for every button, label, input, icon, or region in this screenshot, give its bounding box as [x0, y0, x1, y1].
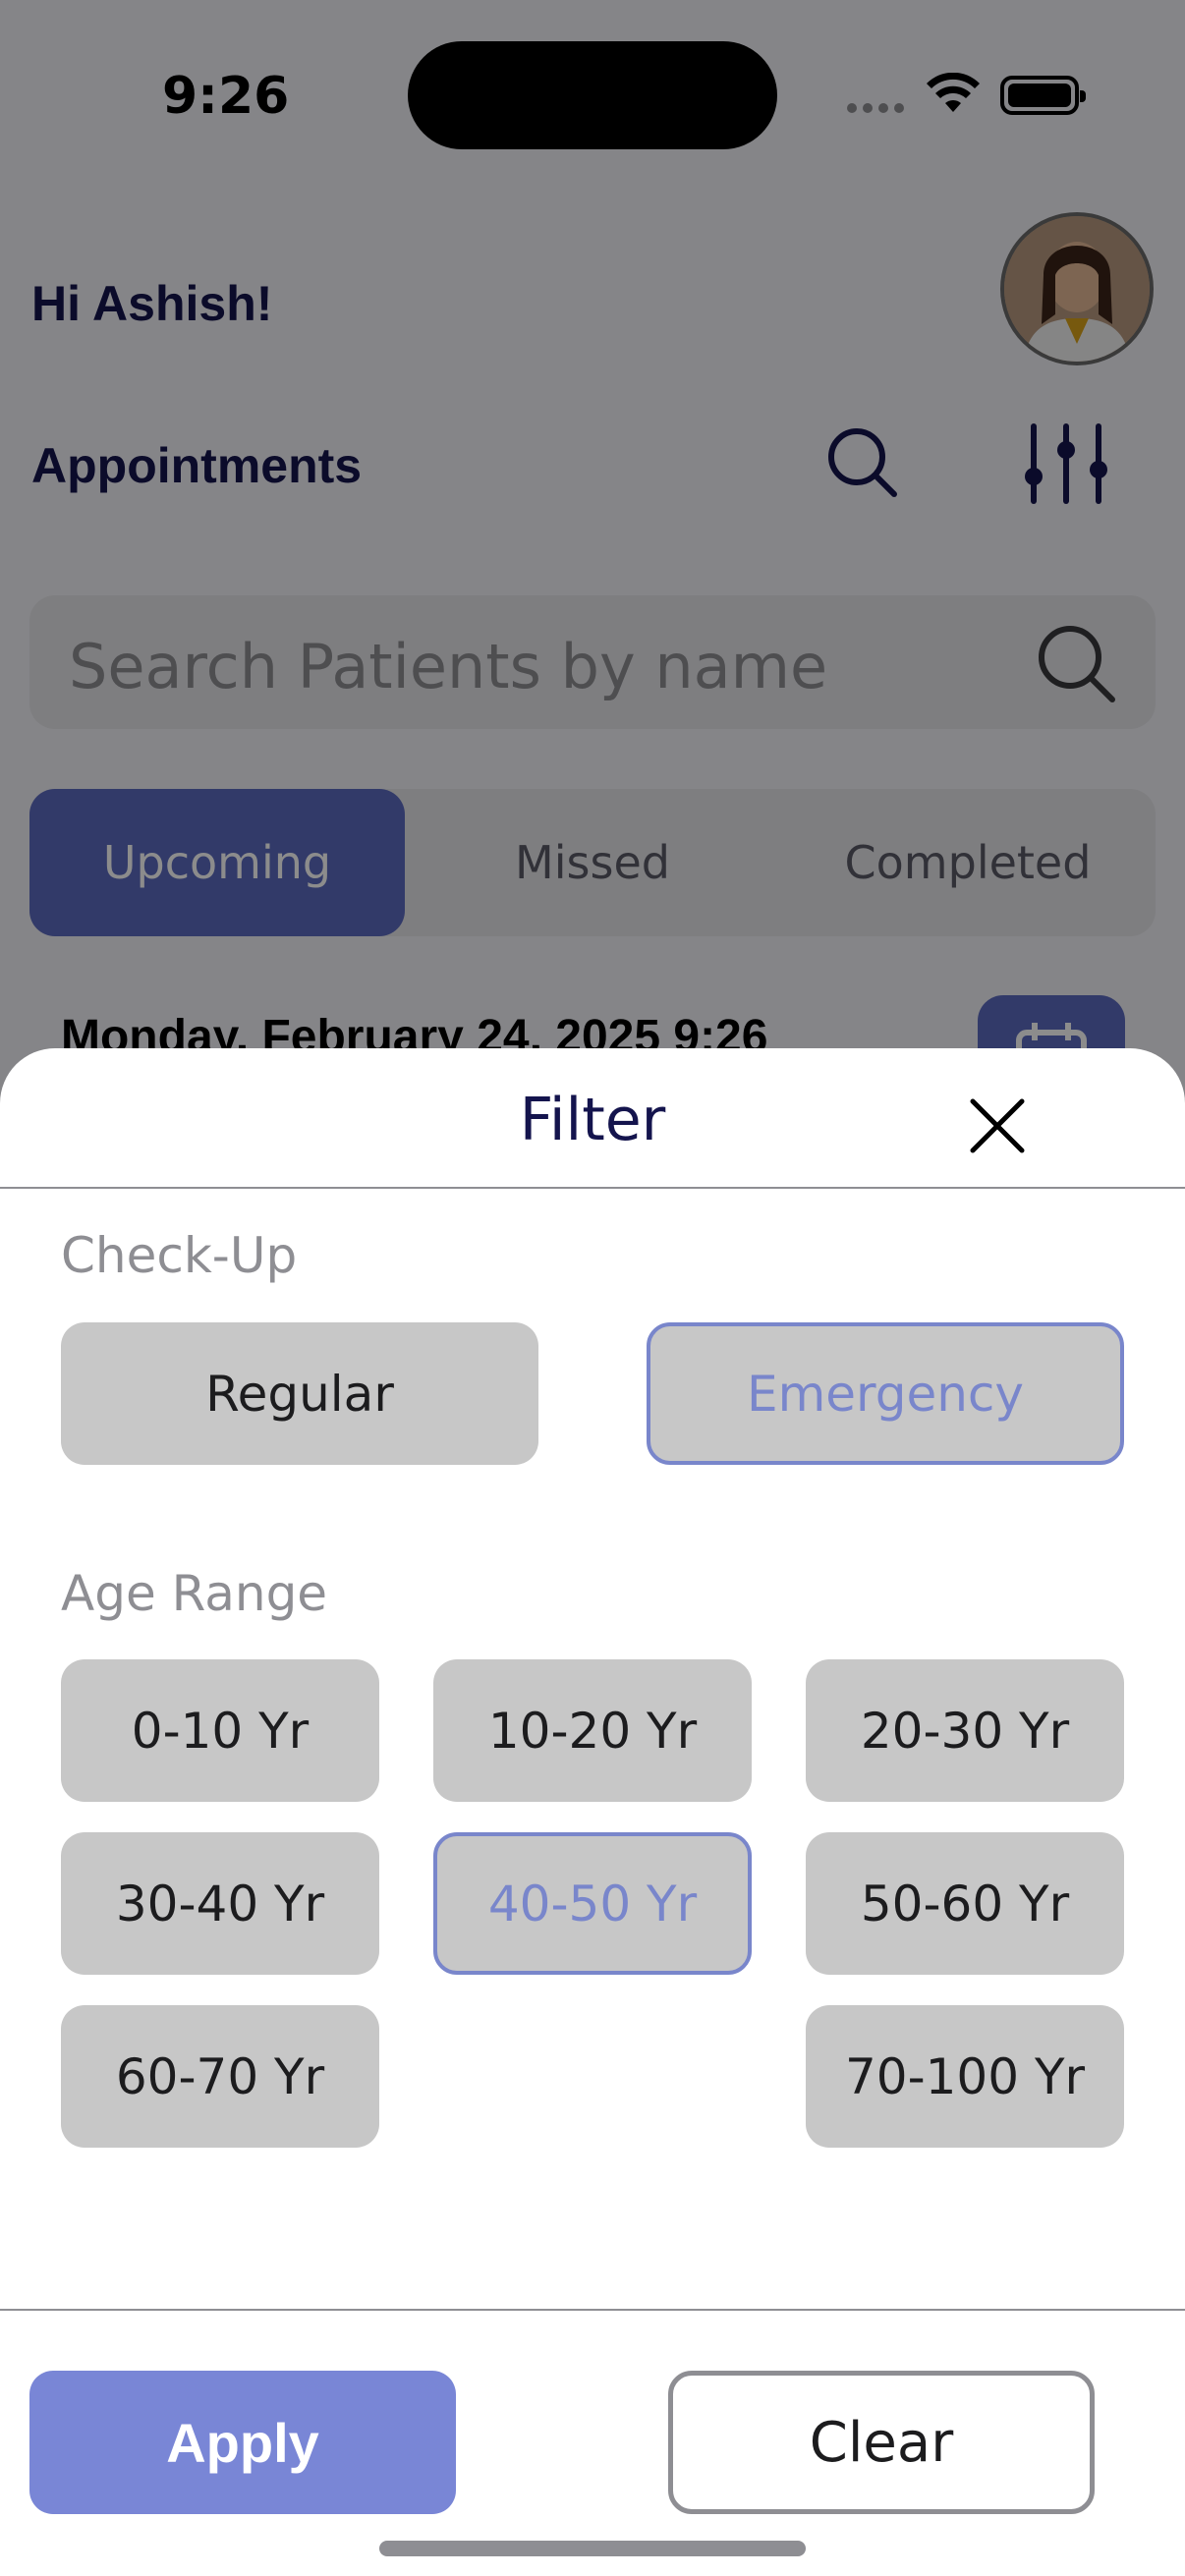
age-option-30-40[interactable]: 30-40 Yr — [61, 1832, 379, 1975]
checkup-section-label: Check-Up — [61, 1227, 298, 1284]
age-option-20-30[interactable]: 20-30 Yr — [806, 1659, 1124, 1802]
age-option-40-50[interactable]: 40-50 Yr — [433, 1832, 752, 1975]
close-icon[interactable] — [963, 1092, 1032, 1160]
filter-sheet: Filter Check-Up Regular Emergency Age Ra… — [0, 1048, 1185, 2576]
home-indicator — [379, 2541, 806, 2556]
age-option-50-60[interactable]: 50-60 Yr — [806, 1832, 1124, 1975]
checkup-option-emergency[interactable]: Emergency — [647, 1322, 1124, 1465]
checkup-option-regular[interactable]: Regular — [61, 1322, 538, 1465]
age-range-section-label: Age Range — [61, 1565, 328, 1622]
clear-button[interactable]: Clear — [668, 2371, 1095, 2514]
age-option-0-10[interactable]: 0-10 Yr — [61, 1659, 379, 1802]
age-option-70-100[interactable]: 70-100 Yr — [806, 2005, 1124, 2148]
apply-button[interactable]: Apply — [29, 2371, 456, 2514]
age-option-60-70[interactable]: 60-70 Yr — [61, 2005, 379, 2148]
divider — [0, 1187, 1185, 1189]
age-option-10-20[interactable]: 10-20 Yr — [433, 1659, 752, 1802]
divider — [0, 2309, 1185, 2311]
